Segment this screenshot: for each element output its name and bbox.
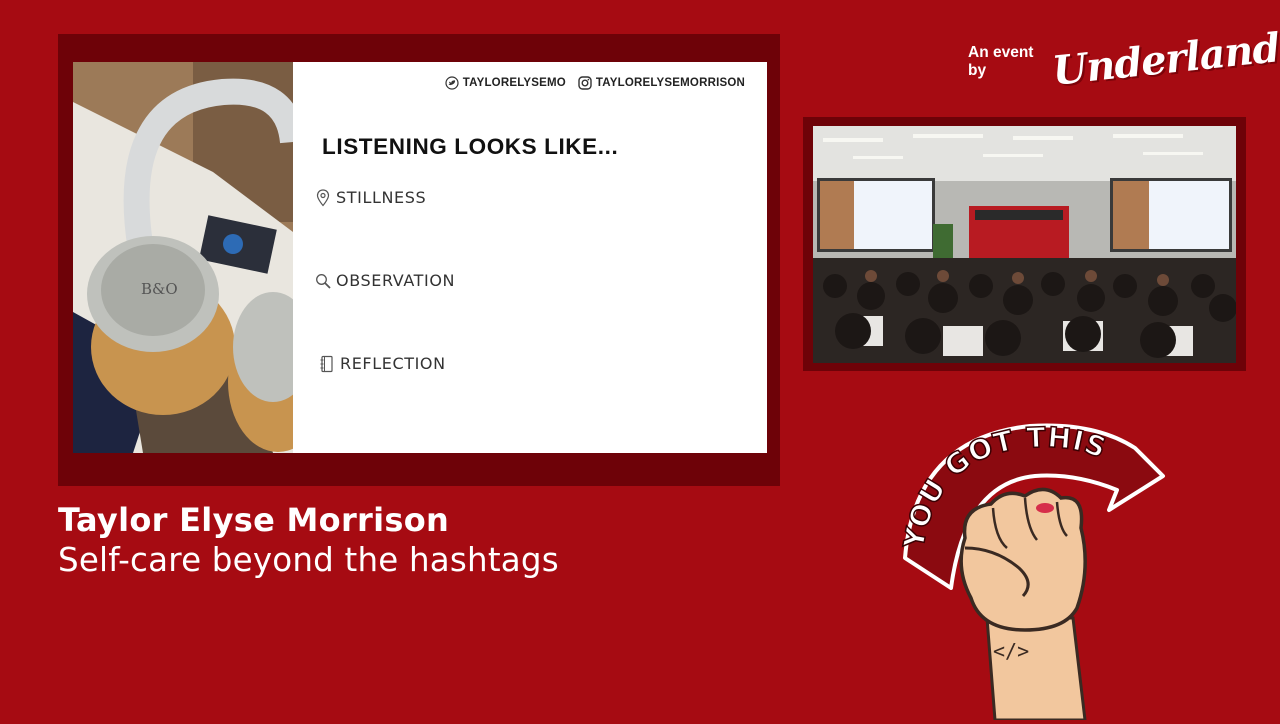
magnifier-icon	[316, 273, 331, 289]
location-pin-icon	[316, 188, 330, 206]
slide-item-label: STILLNESS	[336, 188, 427, 207]
slide-heading: LISTENING LOOKS LIKE...	[322, 134, 619, 159]
instagram-handle-text: TAYLORELYSEMORRISON	[595, 77, 745, 89]
slide-item-reflection: REFLECTION	[319, 354, 446, 373]
social-handles: TAYLORELYSEMO TAYLORELYSEMORRISON	[445, 76, 745, 90]
notebook-icon	[320, 355, 333, 372]
twitter-handle: TAYLORELYSEMO	[445, 76, 566, 90]
wrist-code-mark: </>	[993, 639, 1029, 663]
slide-item-stillness: STILLNESS	[315, 188, 426, 207]
instagram-icon	[578, 76, 592, 90]
slide-item-observation: OBSERVATION	[315, 271, 455, 290]
twitter-handle-text: TAYLORELYSEMO	[462, 77, 566, 89]
slide-item-label: OBSERVATION	[336, 271, 456, 290]
event-branding: An event by Underland	[968, 24, 1280, 95]
slide-item-label: REFLECTION	[340, 354, 446, 373]
twitter-icon	[445, 76, 459, 90]
instagram-handle: TAYLORELYSEMORRISON	[578, 76, 745, 90]
slide-content: TAYLORELYSEMO TAYLORELYSEMORRISON LISTEN…	[293, 62, 767, 453]
you-got-this-mascot: YOU GOT THIS! </>	[887, 391, 1170, 722]
brand-prefix: An event by	[968, 43, 1034, 79]
talk-title: Self-care beyond the hashtags	[58, 541, 559, 579]
underland-logo: Underland	[1050, 24, 1280, 95]
headphones-photo: B&O	[73, 62, 293, 453]
venue-camera-feed	[813, 126, 1236, 363]
speaker-name: Taylor Elyse Morrison	[58, 501, 450, 539]
brand-mark: B&O	[141, 280, 178, 298]
presentation-slide: B&O TAYLORELYSEMO TAYLORELYSEMORRISON LI…	[73, 62, 767, 453]
